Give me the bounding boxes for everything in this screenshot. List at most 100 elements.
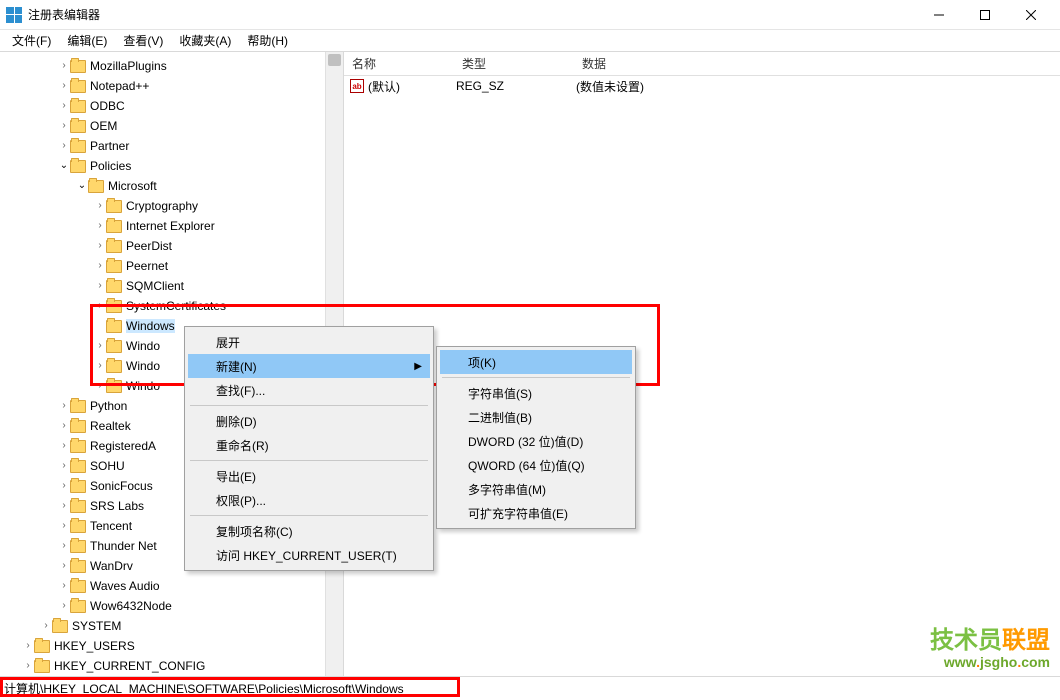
tree-item[interactable]: ›Partner: [0, 136, 343, 156]
menu-edit[interactable]: 编辑(E): [59, 30, 115, 51]
chevron-right-icon[interactable]: ›: [94, 340, 106, 351]
tree-item[interactable]: ›Waves Audio: [0, 576, 343, 596]
ctx-find[interactable]: 查找(F)...: [188, 378, 430, 402]
chevron-right-icon[interactable]: ›: [94, 240, 106, 251]
ctx-new-qword[interactable]: QWORD (64 位)值(Q): [440, 453, 632, 477]
ctx-rename[interactable]: 重命名(R): [188, 433, 430, 457]
tree-item[interactable]: › HKEY_CURRENT_CONFIG: [0, 656, 343, 676]
scrollbar-thumb[interactable]: [328, 54, 341, 66]
chevron-right-icon[interactable]: ›: [94, 380, 106, 391]
folder-icon: [34, 660, 50, 673]
minimize-button[interactable]: [916, 0, 962, 30]
tree-item[interactable]: ›Wow6432Node: [0, 596, 343, 616]
col-type[interactable]: 类型: [454, 55, 574, 72]
ctx-goto-hkcu[interactable]: 访问 HKEY_CURRENT_USER(T): [188, 543, 430, 567]
chevron-right-icon[interactable]: ›: [94, 260, 106, 271]
tree-item[interactable]: ›SystemCertificates: [0, 296, 343, 316]
chevron-right-icon[interactable]: ›: [94, 360, 106, 371]
folder-icon: [70, 580, 86, 593]
ctx-expand[interactable]: 展开: [188, 330, 430, 354]
tree-item[interactable]: › Notepad++: [0, 76, 343, 96]
chevron-right-icon[interactable]: ›: [58, 600, 70, 611]
ctx-delete[interactable]: 删除(D): [188, 409, 430, 433]
folder-icon: [70, 160, 86, 173]
tree-item[interactable]: ›SQMClient: [0, 276, 343, 296]
tree-item-label: Thunder Net: [90, 539, 157, 553]
chevron-right-icon[interactable]: ›: [58, 140, 70, 151]
col-data[interactable]: 数据: [574, 55, 1060, 72]
tree-item[interactable]: › HKEY_USERS: [0, 636, 343, 656]
tree-item-label: Notepad++: [90, 79, 149, 93]
menu-help[interactable]: 帮助(H): [239, 30, 296, 51]
list-row[interactable]: ab (默认) REG_SZ (数值未设置): [344, 76, 1060, 96]
chevron-down-icon[interactable]: ⌄: [76, 180, 88, 191]
ctx-permissions[interactable]: 权限(P)...: [188, 488, 430, 512]
ctx-new-string[interactable]: 字符串值(S): [440, 381, 632, 405]
folder-icon: [70, 520, 86, 533]
tree-item-label: OEM: [90, 119, 117, 133]
chevron-right-icon[interactable]: ›: [22, 640, 34, 651]
folder-icon: [70, 540, 86, 553]
chevron-right-icon[interactable]: ›: [58, 500, 70, 511]
context-menu-new[interactable]: 项(K) 字符串值(S) 二进制值(B) DWORD (32 位)值(D) QW…: [436, 346, 636, 529]
chevron-right-icon[interactable]: ›: [58, 420, 70, 431]
chevron-right-icon[interactable]: ›: [58, 480, 70, 491]
chevron-right-icon[interactable]: ›: [40, 620, 52, 631]
chevron-right-icon[interactable]: ›: [58, 540, 70, 551]
chevron-right-icon[interactable]: ›: [94, 300, 106, 311]
menu-fav[interactable]: 收藏夹(A): [171, 30, 239, 51]
menu-view[interactable]: 查看(V): [115, 30, 171, 51]
close-button[interactable]: [1008, 0, 1054, 30]
tree-item[interactable]: ⌄Policies: [0, 156, 343, 176]
chevron-right-icon[interactable]: ›: [58, 100, 70, 111]
folder-icon: [70, 560, 86, 573]
ctx-new-key[interactable]: 项(K): [440, 350, 632, 374]
menu-file[interactable]: 文件(F): [4, 30, 59, 51]
tree-item[interactable]: ›ODBC: [0, 96, 343, 116]
ctx-new-binary[interactable]: 二进制值(B): [440, 405, 632, 429]
ctx-new-dword[interactable]: DWORD (32 位)值(D): [440, 429, 632, 453]
title-bar: 注册表编辑器: [0, 0, 1060, 30]
chevron-right-icon[interactable]: ›: [58, 120, 70, 131]
cell-name: (默认): [368, 78, 456, 95]
tree-item[interactable]: ›PeerDist: [0, 236, 343, 256]
ctx-new[interactable]: 新建(N)▶: [188, 354, 430, 378]
tree-item[interactable]: ›SYSTEM: [0, 616, 343, 636]
chevron-right-icon[interactable]: ›: [58, 400, 70, 411]
chevron-right-icon[interactable]: ›: [94, 220, 106, 231]
chevron-right-icon[interactable]: ›: [58, 460, 70, 471]
tree-item[interactable]: › OEM: [0, 116, 343, 136]
tree-item-label: Internet Explorer: [126, 219, 215, 233]
list-header[interactable]: 名称 类型 数据: [344, 52, 1060, 76]
maximize-button[interactable]: [962, 0, 1008, 30]
tree-item-label: RegisteredA: [90, 439, 156, 453]
chevron-right-icon[interactable]: ›: [58, 440, 70, 451]
folder-icon: [88, 180, 104, 193]
context-menu-main[interactable]: 展开 新建(N)▶ 查找(F)... 删除(D) 重命名(R) 导出(E) 权限…: [184, 326, 434, 571]
col-name[interactable]: 名称: [344, 55, 454, 72]
tree-item[interactable]: ⌄Microsoft: [0, 176, 343, 196]
tree-item-label: HKEY_CURRENT_CONFIG: [54, 659, 205, 673]
tree-item-label: HKEY_USERS: [54, 639, 135, 653]
ctx-export[interactable]: 导出(E): [188, 464, 430, 488]
chevron-right-icon[interactable]: ›: [58, 560, 70, 571]
tree-item[interactable]: ›Cryptography: [0, 196, 343, 216]
tree-item-label: Tencent: [90, 519, 132, 533]
ctx-new-expand-string[interactable]: 可扩充字符串值(E): [440, 501, 632, 525]
folder-icon: [106, 200, 122, 213]
tree-item-label: Windo: [126, 339, 160, 353]
chevron-right-icon[interactable]: ›: [58, 80, 70, 91]
chevron-right-icon[interactable]: ›: [58, 520, 70, 531]
chevron-down-icon[interactable]: ⌄: [58, 160, 70, 171]
tree-item[interactable]: ›Peernet: [0, 256, 343, 276]
chevron-right-icon[interactable]: ›: [22, 660, 34, 671]
ctx-new-multi-string[interactable]: 多字符串值(M): [440, 477, 632, 501]
ctx-copy-key-name[interactable]: 复制项名称(C): [188, 519, 430, 543]
tree-item[interactable]: › Internet Explorer: [0, 216, 343, 236]
chevron-right-icon[interactable]: ›: [94, 200, 106, 211]
chevron-right-icon[interactable]: ›: [58, 60, 70, 71]
chevron-right-icon[interactable]: ›: [94, 280, 106, 291]
tree-item[interactable]: ›MozillaPlugins: [0, 56, 343, 76]
folder-icon: [70, 500, 86, 513]
chevron-right-icon[interactable]: ›: [58, 580, 70, 591]
